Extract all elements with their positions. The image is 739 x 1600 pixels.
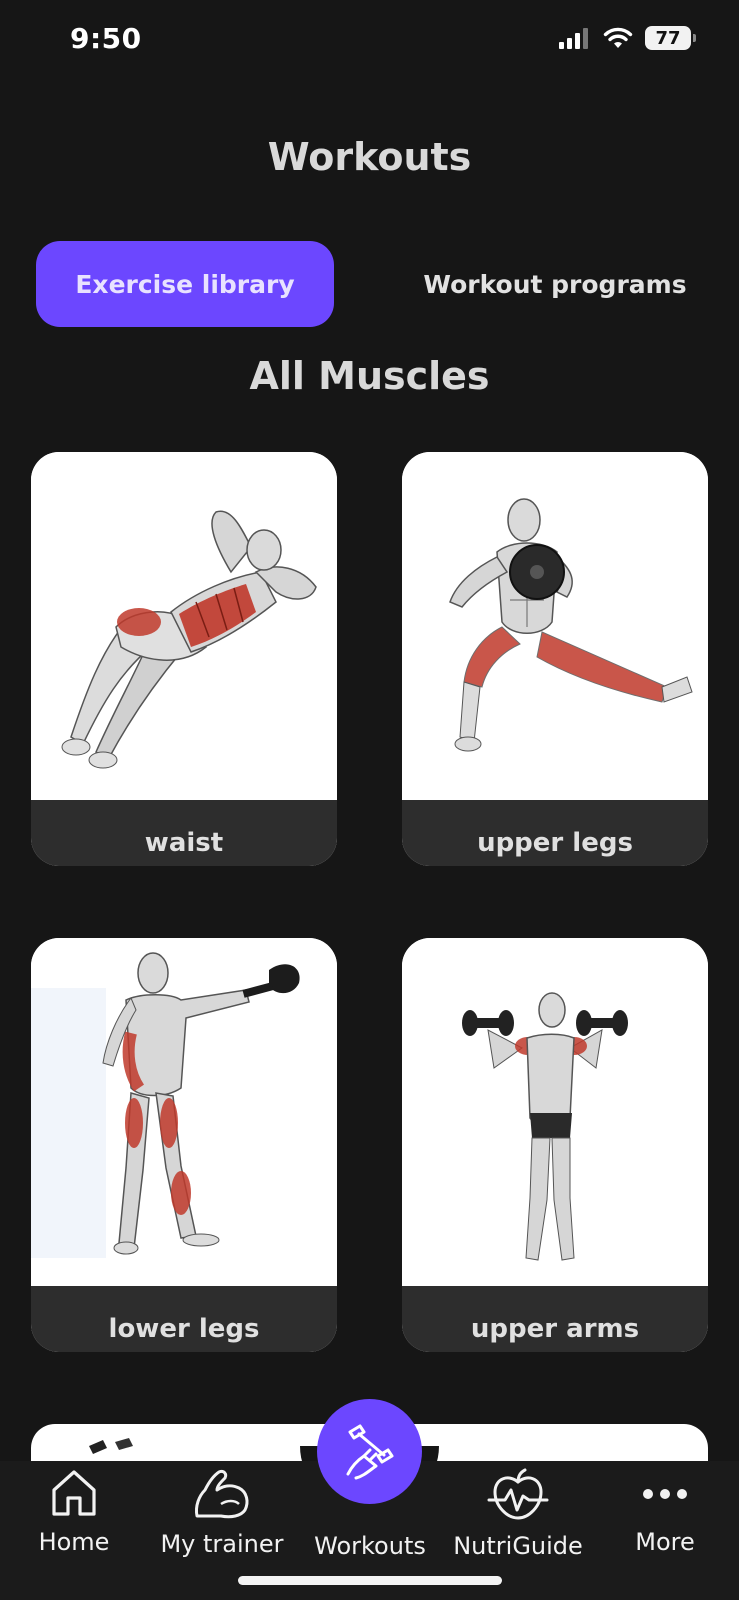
home-icon (52, 1470, 96, 1516)
muscle-card-waist[interactable]: waist (31, 452, 337, 866)
dumbbell-hand-icon (346, 1424, 393, 1479)
tab-workout-programs[interactable]: Workout programs (400, 241, 710, 327)
lower-legs-exercise-illustration (31, 938, 337, 1286)
nav-more[interactable]: More (595, 1468, 735, 1556)
nav-my-trainer-label: My trainer (160, 1530, 284, 1558)
cellular-signal-icon (559, 28, 588, 49)
partial-card-illustration (89, 1438, 133, 1454)
nav-nutriguide[interactable]: NutriGuide (448, 1468, 588, 1560)
nav-home-label: Home (38, 1528, 110, 1556)
section-title: All Muscles (249, 354, 490, 398)
nav-workouts-label: Workouts (314, 1532, 426, 1560)
home-indicator[interactable] (238, 1576, 502, 1585)
nav-home[interactable]: Home (4, 1468, 144, 1556)
status-bar: 9:50 77 (0, 0, 739, 80)
apple-heartbeat-icon (487, 1468, 549, 1520)
status-icons: 77 (559, 26, 696, 50)
muscle-card-upper-legs[interactable]: upper legs (402, 452, 708, 866)
muscle-card-lower-legs[interactable]: lower legs (31, 938, 337, 1352)
nav-nutriguide-label: NutriGuide (453, 1532, 583, 1560)
card-label: lower legs (31, 1286, 337, 1352)
page-title: Workouts (267, 135, 472, 179)
flexed-bicep-icon (195, 1470, 249, 1519)
more-dots-icon (643, 1489, 687, 1499)
card-label: waist (31, 800, 337, 866)
upper-arms-exercise-illustration (402, 938, 708, 1286)
nav-my-trainer[interactable]: My trainer (152, 1468, 292, 1558)
card-label: upper legs (402, 800, 708, 866)
wifi-icon (603, 27, 633, 48)
battery-indicator: 77 (645, 26, 696, 50)
upper-legs-exercise-illustration (402, 452, 708, 800)
card-label: upper arms (402, 1286, 708, 1352)
nav-more-label: More (635, 1528, 695, 1556)
muscle-card-upper-arms[interactable]: upper arms (402, 938, 708, 1352)
battery-level: 77 (655, 27, 681, 49)
waist-exercise-illustration (31, 452, 337, 800)
nav-workouts-button[interactable] (317, 1399, 422, 1504)
tab-exercise-library[interactable]: Exercise library (36, 241, 334, 327)
status-time: 9:50 (70, 22, 142, 55)
